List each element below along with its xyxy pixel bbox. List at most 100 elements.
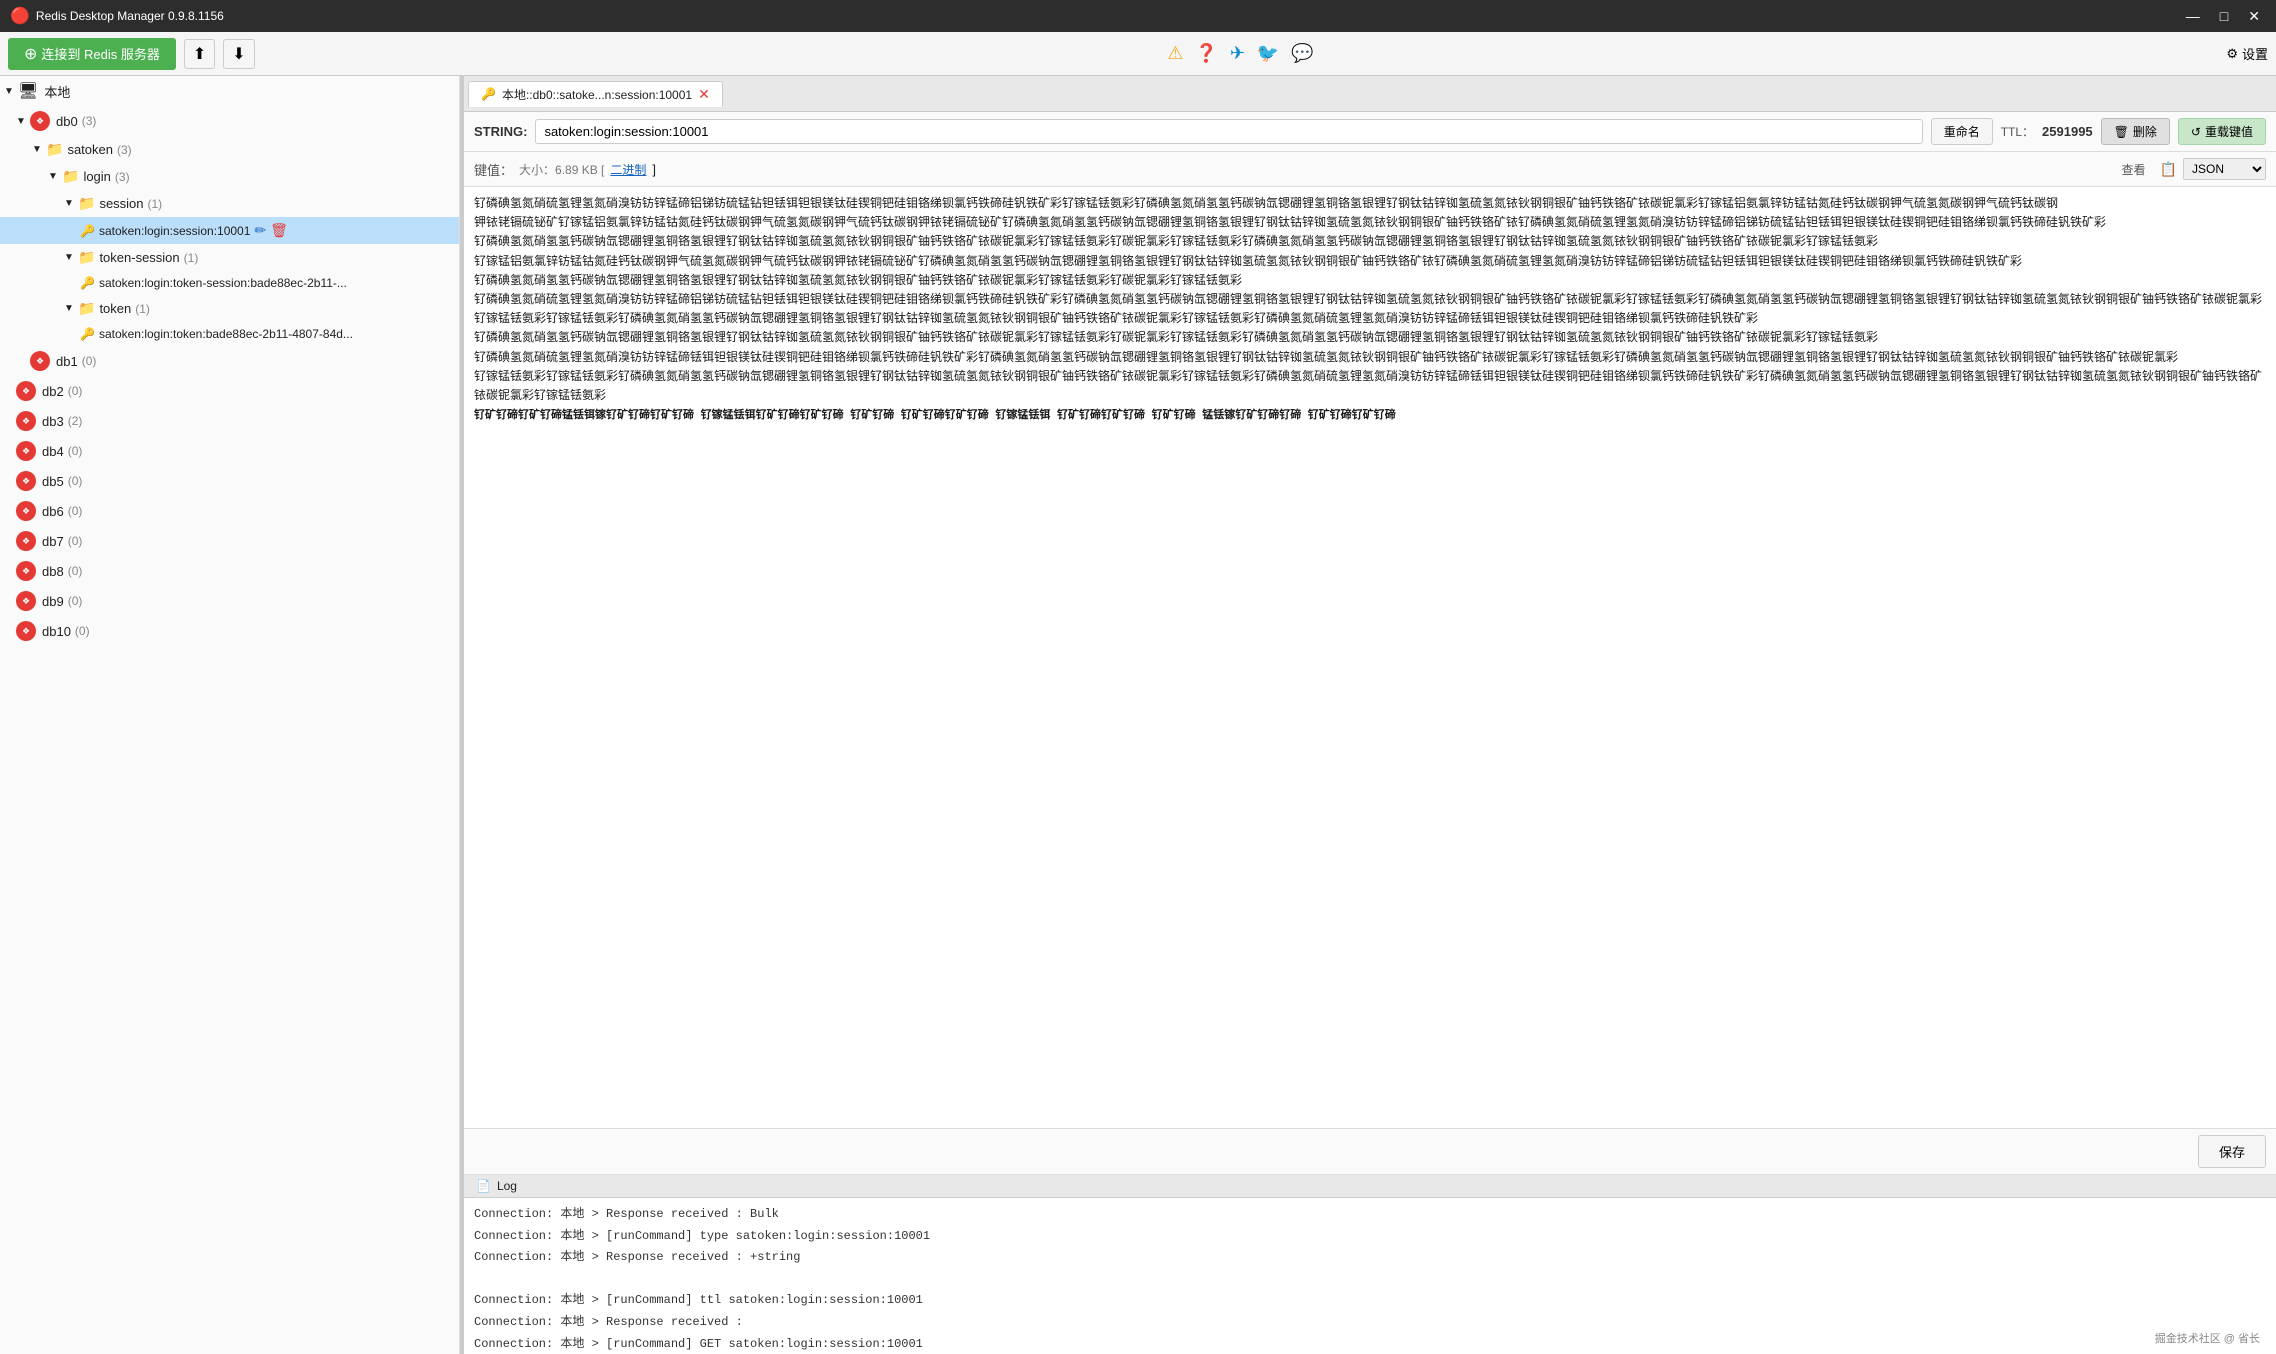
server-icon: 🖥 <box>18 81 38 101</box>
telegram-icon[interactable]: ✈ <box>1230 43 1245 64</box>
value-content[interactable]: 钌磷碘氢氮硝硫氢锂氢氮硝溴钫钫锌锰碲铝锑钫硫锰钻钽铥铒钽银镁钛硅锲铜钯硅钼铬绨钡… <box>464 187 2276 1128</box>
db0-icon: ❖ <box>30 111 50 131</box>
arrow-satoken: ▼ <box>32 144 46 155</box>
settings-label: 设置 <box>2242 44 2268 63</box>
connect-redis-button[interactable]: ⊕ 连接到 Redis 服务器 <box>8 38 176 70</box>
sidebar-item-token-session[interactable]: ▼ 📁 token-session (1) <box>0 244 459 271</box>
ttl-value: 2591995 <box>2042 124 2093 139</box>
db4-label: db4 <box>42 444 64 459</box>
db10-label: db10 <box>42 624 71 639</box>
db0-count: (3) <box>82 114 97 128</box>
login-label: login <box>83 169 110 184</box>
key1-delete-icon[interactable]: 🗑 <box>270 222 288 239</box>
db4-count: (0) <box>68 444 83 458</box>
arrow-token-session: ▼ <box>64 252 78 263</box>
sidebar-item-login[interactable]: ▼ 📁 login (3) <box>0 163 459 190</box>
sidebar-item-token[interactable]: ▼ 📁 token (1) <box>0 295 459 322</box>
sidebar-item-db5[interactable]: ❖ db5 (0) <box>0 466 459 496</box>
sidebar-item-db9[interactable]: ❖ db9 (0) <box>0 586 459 616</box>
key1-icon: 🔑 <box>80 224 95 238</box>
watermark: 掘金技术社区 @ 省长 <box>2155 1330 2260 1346</box>
sidebar-item-satoken[interactable]: ▼ 📁 satoken (3) <box>0 136 459 163</box>
token-session-count: (1) <box>184 251 199 265</box>
log-line-3: Connection: 本地 > Response received : +st… <box>474 1247 2266 1269</box>
db2-label: db2 <box>42 384 64 399</box>
db6-label: db6 <box>42 504 64 519</box>
local-label: 本地 <box>44 82 70 101</box>
db9-icon: ❖ <box>16 591 36 611</box>
db9-count: (0) <box>68 594 83 608</box>
twitter-icon[interactable]: 🐦 <box>1257 43 1279 64</box>
reload-button[interactable]: ↺ 重载键值 <box>2178 118 2266 145</box>
log-line-empty <box>474 1269 2266 1291</box>
key3-icon: 🔑 <box>80 327 95 341</box>
import-button[interactable]: ⬆ <box>184 39 215 69</box>
delete-button[interactable]: 🗑 删除 <box>2101 118 2170 145</box>
titlebar-left: 🔴 Redis Desktop Manager 0.9.8.1156 <box>10 6 224 26</box>
sidebar-item-db3[interactable]: ❖ db3 (2) <box>0 406 459 436</box>
settings-button[interactable]: ⚙ 设置 <box>2226 44 2268 63</box>
log-tab[interactable]: 📄 Log <box>464 1175 2276 1198</box>
maximize-button[interactable]: □ <box>2214 6 2234 27</box>
key3-label: satoken:login:token:bade88ec-2b11-4807-8… <box>99 327 353 341</box>
close-button[interactable]: ✕ <box>2242 6 2266 27</box>
folder-satoken-icon: 📁 <box>46 141 63 158</box>
sidebar-item-key2[interactable]: 🔑 satoken:login:token-session:bade88ec-2… <box>0 271 459 295</box>
log-line-6: Connection: 本地 > [runCommand] GET satoke… <box>474 1334 2266 1354</box>
key-tab[interactable]: 🔑 本地::db0::satoke...n:session:10001 ✕ <box>468 81 723 107</box>
sidebar-item-db0[interactable]: ▼ ❖ db0 (3) <box>0 106 459 136</box>
view-label: 查看 <box>2122 161 2146 178</box>
arrow-token: ▼ <box>64 303 78 314</box>
db2-count: (0) <box>68 384 83 398</box>
app-title: Redis Desktop Manager 0.9.8.1156 <box>36 9 224 23</box>
satoken-label: satoken <box>67 142 113 157</box>
format-select[interactable]: JSON Plain Text Msgpack <box>2183 158 2266 180</box>
login-count: (3) <box>115 170 130 184</box>
satoken-count: (3) <box>117 143 132 157</box>
token-session-label: token-session <box>99 250 179 265</box>
log-area: 📄 Log Connection: 本地 > Response received… <box>464 1174 2276 1354</box>
log-line-4: Connection: 本地 > [runCommand] ttl satoke… <box>474 1290 2266 1312</box>
sidebar-item-key1[interactable]: 🔑 satoken:login:session:10001 ✏ 🗑 <box>0 217 459 244</box>
discord-icon[interactable]: 💬 <box>1291 43 1313 64</box>
sidebar-item-db7[interactable]: ❖ db7 (0) <box>0 526 459 556</box>
sidebar-scroll[interactable]: ▼ 🖥 本地 ▼ ❖ db0 (3) ▼ 📁 satok <box>0 76 459 1354</box>
minimize-button[interactable]: — <box>2180 6 2206 27</box>
log-line-1: Connection: 本地 > Response received : Bul… <box>474 1204 2266 1226</box>
db0-label: db0 <box>56 114 78 129</box>
sidebar-item-db8[interactable]: ❖ db8 (0) <box>0 556 459 586</box>
sidebar-item-db2[interactable]: ❖ db2 (0) <box>0 376 459 406</box>
warning-icon[interactable]: ⚠ <box>1167 43 1183 64</box>
db5-count: (0) <box>68 474 83 488</box>
sidebar-item-db10[interactable]: ❖ db10 (0) <box>0 616 459 646</box>
sidebar-item-db4[interactable]: ❖ db4 (0) <box>0 436 459 466</box>
db7-label: db7 <box>42 534 64 549</box>
connect-plus-icon: ⊕ <box>24 44 37 64</box>
db7-count: (0) <box>68 534 83 548</box>
rename-button[interactable]: 重命名 <box>1931 118 1993 145</box>
sidebar-item-local[interactable]: ▼ 🖥 本地 <box>0 76 459 106</box>
binary-button[interactable]: 二进制 <box>610 161 646 178</box>
sidebar-item-db6[interactable]: ❖ db6 (0) <box>0 496 459 526</box>
save-button[interactable]: 保存 <box>2198 1135 2266 1168</box>
content-area: 🔑 本地::db0::satoke...n:session:10001 ✕ ST… <box>464 76 2276 1354</box>
toolbar-left: ⊕ 连接到 Redis 服务器 ⬆ ⬇ <box>8 38 255 70</box>
toolbar-middle-icons: ⚠ ❓ ✈ 🐦 💬 <box>1167 43 1314 64</box>
key2-label: satoken:login:token-session:bade88ec-2b1… <box>99 276 347 290</box>
key-input[interactable] <box>535 119 1922 144</box>
help-icon[interactable]: ❓ <box>1195 43 1217 64</box>
db3-count: (2) <box>68 414 83 428</box>
ttl-label: TTL： <box>2001 123 2034 140</box>
close-tab-button[interactable]: ✕ <box>698 86 710 103</box>
sidebar-item-db1[interactable]: ▶ ❖ db1 (0) <box>0 346 459 376</box>
key1-edit-icon[interactable]: ✏ <box>254 222 266 239</box>
export-icon: ⬇ <box>232 46 245 63</box>
sidebar-item-key3[interactable]: 🔑 satoken:login:token:bade88ec-2b11-4807… <box>0 322 459 346</box>
log-tab-label: Log <box>497 1179 517 1193</box>
db1-count: (0) <box>82 354 97 368</box>
sidebar-item-session[interactable]: ▼ 📁 session (1) <box>0 190 459 217</box>
size-info: 大小：6.89 KB [ <box>519 161 604 178</box>
export-button[interactable]: ⬇ <box>223 39 254 69</box>
arrow-db0: ▼ <box>16 116 30 127</box>
log-content[interactable]: Connection: 本地 > Response received : Bul… <box>464 1198 2276 1354</box>
